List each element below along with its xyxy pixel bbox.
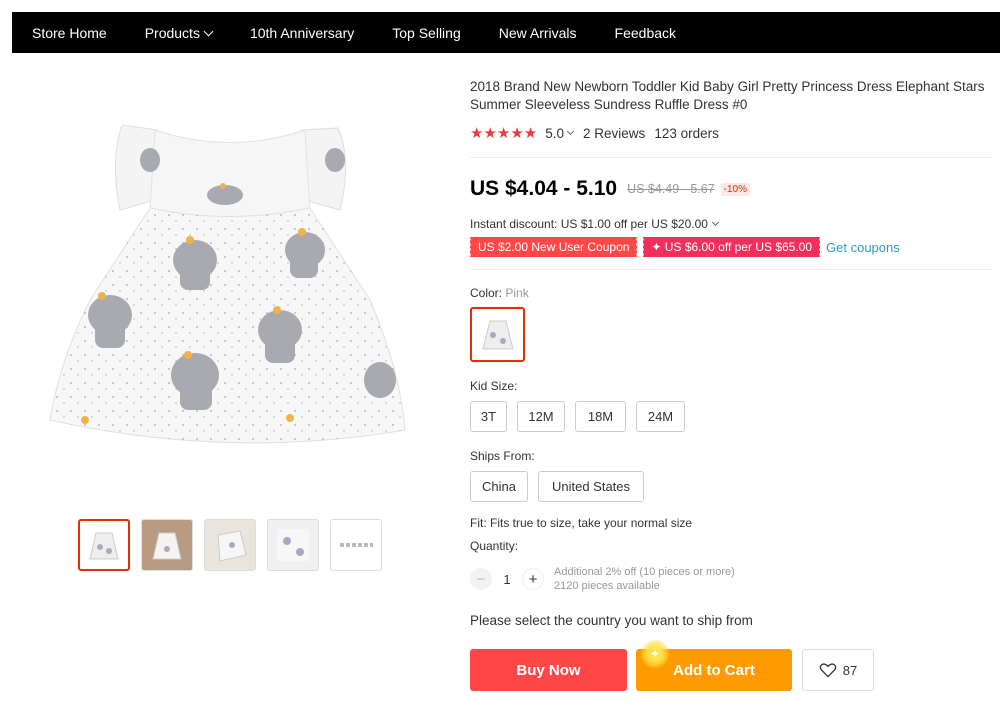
discount-badge: -10%: [720, 182, 751, 196]
nav-label: Store Home: [32, 24, 107, 41]
thumbnail-5[interactable]: [330, 519, 382, 571]
add-to-cart-button[interactable]: ✦ Add to Cart: [636, 639, 792, 691]
chevron-down-icon: [203, 26, 214, 36]
sparkle-icon: ✦: [640, 639, 670, 669]
heart-icon: [819, 663, 837, 678]
quantity-note: Additional 2% off (10 pieces or more) 21…: [554, 565, 735, 593]
get-coupons-link[interactable]: Get coupons: [826, 240, 900, 255]
nav-new-arrivals[interactable]: New Arrivals: [499, 25, 577, 41]
decrease-quantity-button[interactable]: −: [470, 568, 492, 590]
nav-products[interactable]: Products: [144, 24, 214, 41]
size-chart-thumb-image: [340, 543, 373, 547]
instant-discount-text: Instant discount: US $1.00 off per US $2…: [470, 217, 708, 231]
kid-size-label: Kid Size:: [470, 379, 518, 393]
buy-now-button[interactable]: Buy Now: [470, 649, 627, 691]
current-price: US $4.04 - 5.10: [470, 177, 618, 200]
size-option-3t[interactable]: 3T: [470, 401, 507, 432]
rating-row: ★★★★★ 5.0 2 Reviews 123 orders: [470, 124, 992, 142]
action-buttons: Buy Now ✦ Add to Cart 87: [470, 639, 992, 691]
nav-label: 10th Anniversary: [249, 24, 355, 41]
nav-store-home[interactable]: Store Home: [32, 25, 107, 41]
dress-thumb-image: [152, 532, 182, 560]
thumbnail-1[interactable]: [78, 519, 130, 571]
nav-10th-anniversary[interactable]: 10th Anniversary: [250, 25, 354, 41]
color-swatch-pink[interactable]: [470, 307, 525, 362]
chevron-down-icon: [566, 127, 575, 135]
dress-thumb-image: [277, 529, 309, 561]
coupon-row: US $2.00 New User Coupon ✦ US $6.00 off …: [468, 237, 992, 257]
new-user-coupon[interactable]: US $2.00 New User Coupon: [468, 237, 638, 257]
product-title: 2018 Brand New Newborn Toddler Kid Baby …: [470, 79, 985, 112]
size-options: 3T 12M 18M 24M: [470, 401, 992, 432]
dress-thumb-image: [217, 530, 247, 562]
product-main-image[interactable]: [40, 100, 420, 480]
ships-from-united-states[interactable]: United States: [538, 471, 644, 502]
dress-image: [49, 124, 406, 444]
ship-country-prompt: Please select the country you want to sh…: [470, 613, 753, 628]
instant-discount[interactable]: Instant discount: US $1.00 off per US $2…: [470, 217, 992, 231]
nav-top-selling[interactable]: Top Selling: [392, 25, 461, 41]
size-option-18m[interactable]: 18M: [575, 401, 626, 432]
reviews-link[interactable]: 2 Reviews: [583, 126, 645, 141]
wishlist-count: 87: [842, 662, 858, 678]
star-rating-icon: ★★★★★: [470, 125, 538, 142]
selected-color: Pink: [505, 286, 529, 300]
nav-label: New Arrivals: [498, 24, 577, 41]
chevron-down-icon: [711, 218, 719, 226]
fit-info: Fit: Fits true to size, take your normal…: [470, 516, 693, 530]
quantity-label: Quantity:: [470, 539, 519, 553]
quantity-value[interactable]: 1: [492, 572, 522, 587]
product-info: 2018 Brand New Newborn Toddler Kid Baby …: [468, 78, 992, 691]
divider: [470, 269, 992, 270]
top-navigation: Store Home Products 10th Anniversary Top…: [12, 12, 1000, 53]
thumbnail-2[interactable]: [141, 519, 193, 571]
quantity-stepper: − 1 + Additional 2% off (10 pieces or mo…: [470, 565, 992, 593]
ships-from-label: Ships From:: [470, 449, 535, 463]
wishlist-button[interactable]: 87: [802, 649, 874, 691]
dress-thumb-image: [89, 532, 119, 560]
increase-quantity-button[interactable]: +: [522, 568, 544, 590]
divider: [470, 157, 992, 158]
size-option-12m[interactable]: 12M: [517, 401, 565, 432]
thumbnail-strip: [78, 519, 382, 571]
price-row: US $4.04 - 5.10 US $4.49 - 5.67 -10%: [470, 177, 992, 201]
ships-from-china[interactable]: China: [470, 471, 528, 502]
dress-swatch-image: [481, 320, 514, 349]
orders-count: 123 orders: [654, 125, 719, 141]
store-coupon[interactable]: ✦ US $6.00 off per US $65.00: [642, 237, 821, 257]
add-to-cart-label: Add to Cart: [673, 661, 755, 679]
nav-feedback[interactable]: Feedback: [615, 25, 676, 41]
ships-from-options: China United States: [470, 471, 992, 502]
rating-value[interactable]: 5.0: [545, 126, 564, 141]
nav-label: Products: [144, 24, 200, 41]
thumbnail-3[interactable]: [204, 519, 256, 571]
color-label-text: Color:: [470, 286, 503, 300]
color-label: Color: Pink: [470, 286, 992, 300]
original-price: US $4.49 - 5.67: [627, 182, 715, 196]
nav-label: Feedback: [614, 24, 677, 41]
size-option-24m[interactable]: 24M: [636, 401, 685, 432]
nav-label: Top Selling: [392, 24, 461, 41]
pieces-available: 2120 pieces available: [554, 580, 660, 592]
bulk-discount-note: Additional 2% off (10 pieces or more): [554, 566, 735, 578]
thumbnail-4[interactable]: [267, 519, 319, 571]
